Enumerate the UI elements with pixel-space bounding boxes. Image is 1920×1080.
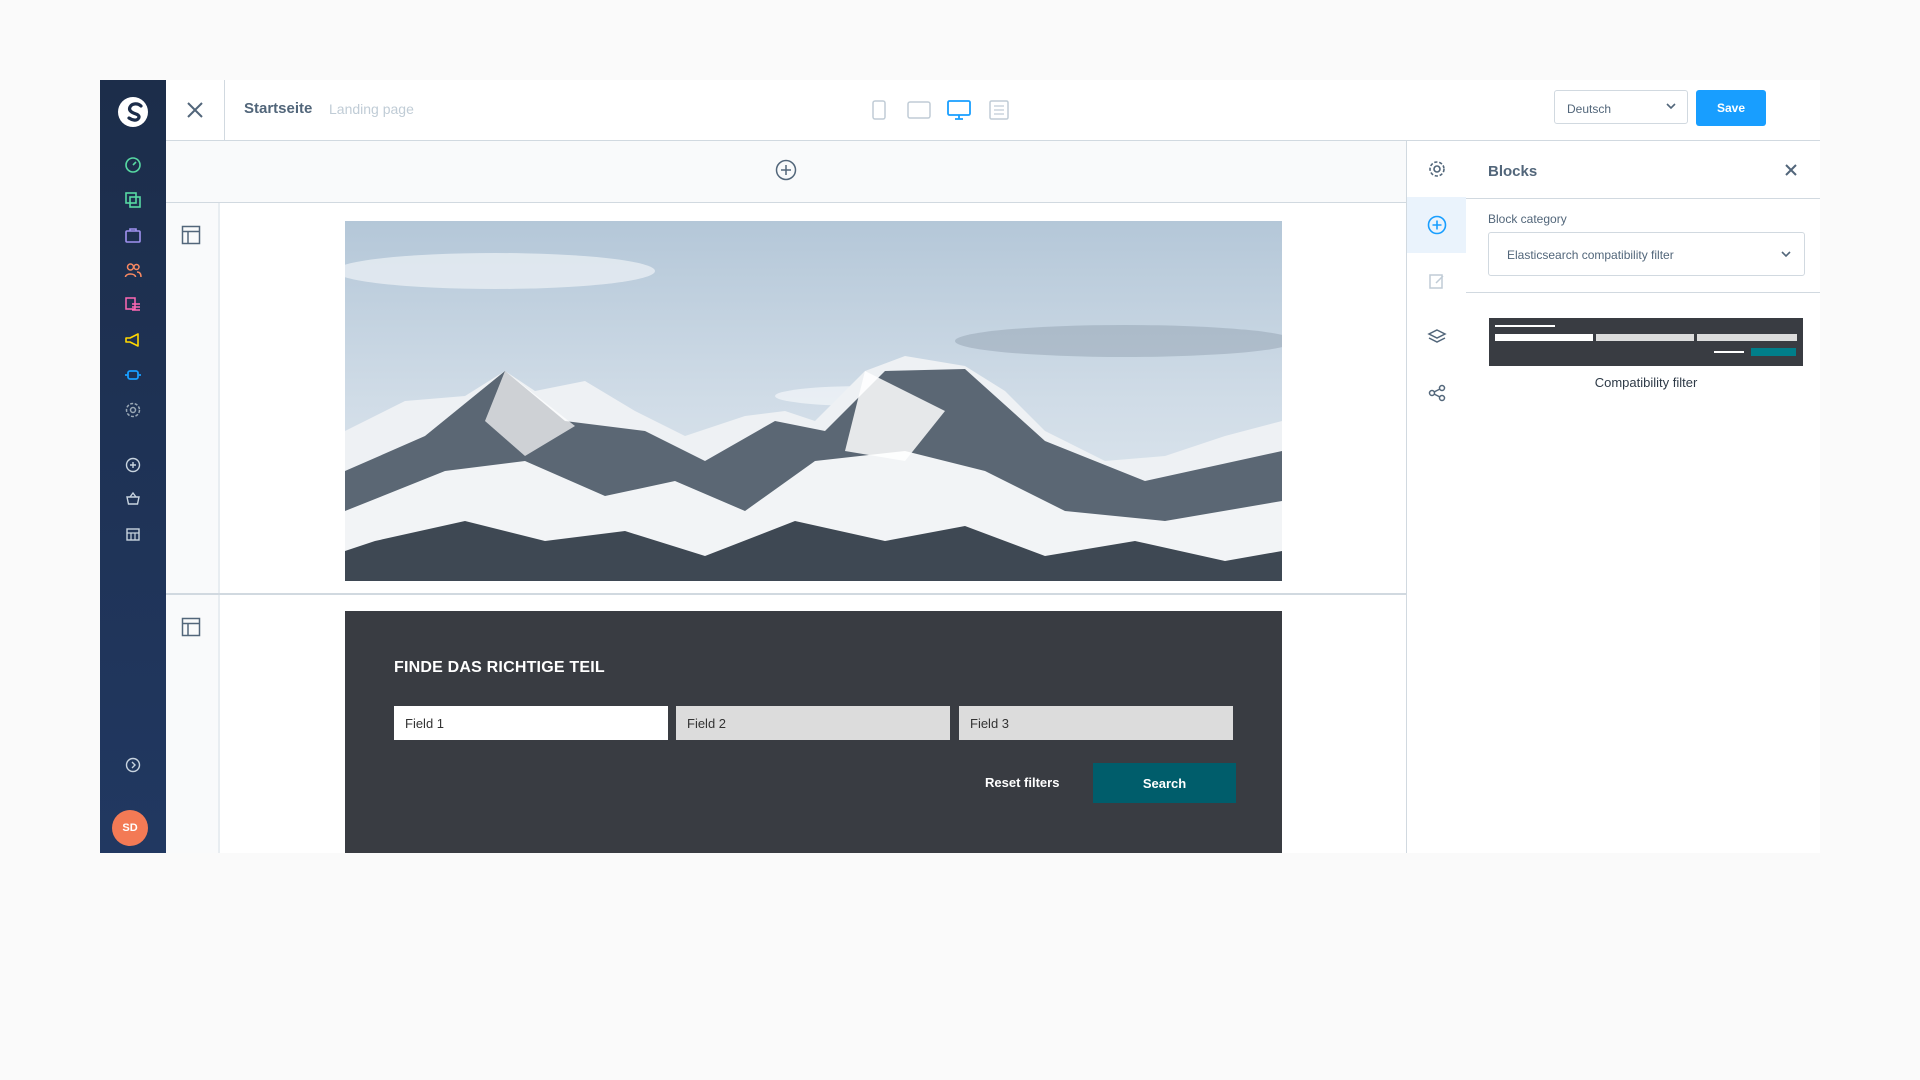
shopware-logo-icon[interactable] xyxy=(115,94,151,130)
mountain-image[interactable] xyxy=(345,221,1282,581)
add-icon[interactable] xyxy=(121,453,145,477)
sidebar-tabs xyxy=(1406,141,1467,853)
settings-icon[interactable] xyxy=(121,398,145,422)
add-block-icon xyxy=(1427,215,1446,235)
desktop-icon xyxy=(947,100,971,120)
customers-icon[interactable] xyxy=(121,258,145,282)
reset-filters-button[interactable]: Reset filters xyxy=(985,775,1059,790)
section-image[interactable] xyxy=(166,203,1406,595)
device-mobile-button[interactable] xyxy=(865,96,893,124)
tab-settings[interactable] xyxy=(1407,141,1466,197)
close-editor-button[interactable] xyxy=(166,80,225,140)
block-category-value: Elasticsearch compatibility filter xyxy=(1507,248,1674,262)
close-icon[interactable] xyxy=(1784,163,1798,177)
share-icon xyxy=(1428,384,1445,402)
collapse-icon[interactable] xyxy=(121,753,145,777)
mobile-icon xyxy=(872,100,886,120)
panel-title: Blocks xyxy=(1488,163,1538,180)
search-button[interactable]: Search xyxy=(1093,763,1236,803)
add-section-bar xyxy=(166,141,1406,203)
editor-topbar: Startseite Landing page Deutsch Save xyxy=(166,80,1820,141)
chevron-down-icon xyxy=(1781,251,1791,258)
app-window: SD Startseite Landing page Deutsch Save xyxy=(100,80,1820,853)
section-gutter xyxy=(166,595,220,853)
close-icon xyxy=(187,102,203,118)
avatar[interactable]: SD xyxy=(112,810,148,846)
section-layout-icon[interactable] xyxy=(181,225,201,245)
orders-icon[interactable] xyxy=(121,223,145,247)
blocks-panel: Blocks Block category Elasticsearch comp… xyxy=(1466,141,1820,853)
filter-title: FINDE DAS RICHTIGE TEIL xyxy=(394,659,605,676)
block-category-select[interactable]: Elasticsearch compatibility filter xyxy=(1488,232,1805,276)
tablet-icon xyxy=(907,101,931,119)
edit-icon xyxy=(1428,274,1444,289)
add-section-icon[interactable] xyxy=(775,159,797,181)
device-tablet-button[interactable] xyxy=(905,96,933,124)
tab-blocks[interactable] xyxy=(1407,197,1466,253)
page-type: Landing page xyxy=(329,101,414,117)
divider xyxy=(1466,292,1820,293)
content-icon[interactable] xyxy=(121,293,145,317)
section-layout-icon[interactable] xyxy=(181,617,201,637)
filter-field-1[interactable]: Field 1 xyxy=(394,706,668,740)
filter-field-3[interactable]: Field 3 xyxy=(959,706,1233,740)
admin-sidebar: SD xyxy=(100,80,166,853)
tab-edit[interactable] xyxy=(1407,253,1466,309)
marketing-icon[interactable] xyxy=(121,328,145,352)
device-desktop-button[interactable] xyxy=(945,96,973,124)
block-category-label: Block category xyxy=(1488,212,1567,226)
compatibility-filter-preview[interactable] xyxy=(1489,318,1803,366)
filter-field-2[interactable]: Field 2 xyxy=(676,706,950,740)
tab-share[interactable] xyxy=(1407,365,1466,421)
save-button[interactable]: Save xyxy=(1696,90,1766,126)
shop-basket-icon[interactable] xyxy=(121,487,145,511)
extensions-icon[interactable] xyxy=(121,363,145,387)
block-label: Compatibility filter xyxy=(1594,375,1698,390)
language-value: Deutsch xyxy=(1567,102,1612,116)
page-canvas: FINDE DAS RICHTIGE TEIL Field 1 Field 2 … xyxy=(166,141,1406,853)
section-filter[interactable]: FINDE DAS RICHTIGE TEIL Field 1 Field 2 … xyxy=(166,595,1406,853)
tab-layers[interactable] xyxy=(1407,309,1466,365)
chevron-down-icon xyxy=(1666,103,1676,110)
section-gutter xyxy=(166,203,220,593)
layers-icon xyxy=(1426,329,1447,343)
gear-icon xyxy=(1428,161,1445,177)
language-select[interactable]: Deutsch xyxy=(1554,90,1688,124)
list-view-icon xyxy=(989,100,1009,120)
compatibility-filter-block[interactable]: FINDE DAS RICHTIGE TEIL Field 1 Field 2 … xyxy=(345,611,1282,853)
page-title: Startseite xyxy=(244,100,313,117)
catalogue-icon[interactable] xyxy=(121,188,145,212)
device-list-button[interactable] xyxy=(985,96,1013,124)
dashboard-icon[interactable] xyxy=(121,153,145,177)
storefront-icon[interactable] xyxy=(121,522,145,546)
panel-header: Blocks xyxy=(1466,141,1820,199)
